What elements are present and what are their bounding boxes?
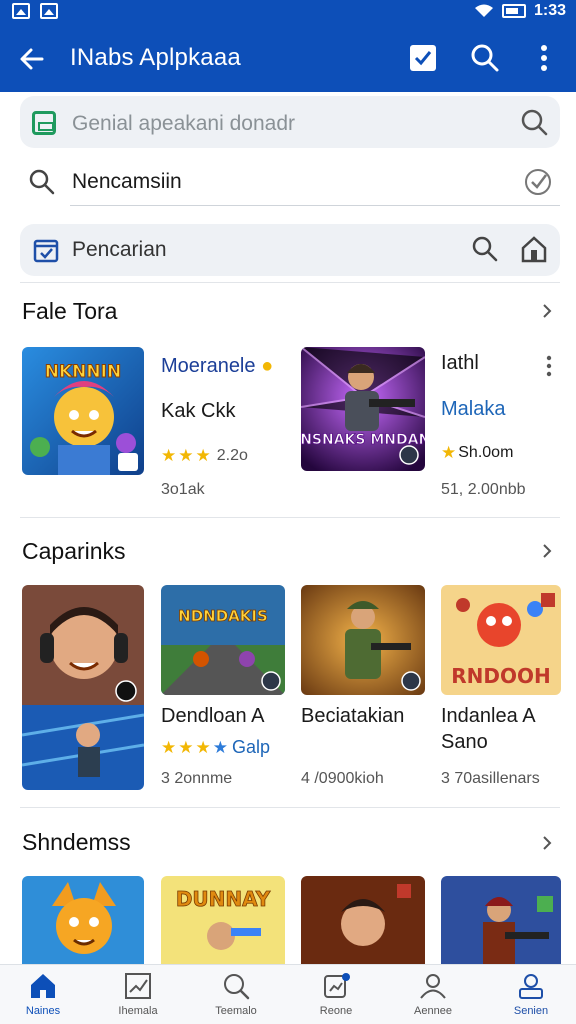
input-underline (70, 205, 560, 206)
nav-label: Naines (25, 1005, 61, 1017)
app-meta: 3o1ak (161, 481, 205, 498)
app-thumbnail-puzzle[interactable]: RNDOOH (441, 585, 561, 695)
nav-label: Teemalo (215, 1005, 257, 1017)
search-icon (29, 169, 55, 195)
app-bar: INabs Aplpkaaa (0, 26, 576, 92)
nav-label: Senien (513, 1005, 549, 1017)
bottom-navigation: Naines Ihemala Teemalo Reone Aennee Seni… (0, 964, 576, 1024)
app-name[interactable]: Beciatakian (301, 705, 404, 728)
nav-label: Ihemala (118, 1005, 158, 1017)
image-notification-icon (12, 3, 30, 19)
chart-icon (125, 973, 151, 999)
app-rating: ★ ★ ★ ★ Galp (161, 737, 271, 757)
thumbnail-title-text: RNDOOH (451, 664, 550, 688)
thumbnail-title-text: MNSNAKS MNDANE (301, 432, 425, 448)
app-thumbnail-soldier[interactable] (301, 585, 425, 695)
search-icon[interactable] (520, 108, 548, 136)
thumbnail-title-text: NKNNIN (45, 362, 121, 382)
calendar-check-icon (33, 239, 59, 263)
app-name[interactable]: Indanlea A (441, 705, 536, 728)
app-thumbnail-shooter[interactable]: MNSNAKS MNDANE (301, 347, 425, 471)
star-icon: ★ (195, 446, 211, 465)
app-developer: Kak Ckk (161, 400, 236, 422)
image-notification-icon (40, 3, 58, 19)
app-rating: ★ ★ ★ 2.2o (161, 446, 248, 465)
chevron-right-icon[interactable] (538, 302, 556, 320)
star-icon: ★ (441, 443, 457, 462)
app-developer: Malaka (441, 398, 506, 420)
home-icon (31, 974, 55, 998)
thumbnail-title-text: NDNDAKIS (178, 607, 268, 625)
chevron-right-icon[interactable] (538, 542, 556, 560)
app-thumbnail-racing[interactable]: NDNDAKIS (161, 585, 285, 695)
app-thumbnail-warrior[interactable] (441, 876, 561, 964)
search-icon[interactable] (468, 41, 502, 75)
search-placeholder: Genial apeakani donadr (72, 112, 296, 135)
nav-home[interactable]: Naines (3, 971, 83, 1023)
emoji-icon: ● (261, 355, 274, 377)
star-icon: ★ (161, 446, 177, 465)
divider (20, 282, 560, 283)
search-bar-pencarian[interactable]: Pencarian (20, 224, 560, 276)
app-name[interactable]: Iathl (441, 352, 479, 375)
divider (20, 517, 560, 518)
app-meta: 51, 2.00nbb (441, 481, 526, 498)
battery-icon (501, 4, 526, 18)
divider (20, 807, 560, 808)
app-thumbnail-fox[interactable] (22, 876, 144, 964)
nav-profile[interactable]: Senien (491, 971, 571, 1023)
section-title: Fale Tora (22, 298, 118, 324)
nav-label: Aennee (414, 1005, 452, 1017)
notification-icon (324, 973, 350, 998)
app-thumbnail-dunnay[interactable]: DUNNAY (161, 876, 285, 964)
back-arrow-icon[interactable] (16, 43, 48, 75)
nav-notifications[interactable]: Reone (296, 971, 376, 1023)
app-store-icon (32, 111, 56, 135)
page-title: INabs Aplpkaaa (70, 44, 241, 71)
app-meta: 3 70asillenars (441, 770, 540, 787)
status-time: 1:33 (533, 2, 566, 19)
app-meta: 4 /0900kioh (301, 770, 384, 787)
app-name[interactable]: Dendloan A (161, 705, 264, 728)
nav-label: Reone (319, 1005, 353, 1017)
search-field[interactable]: Nencamsiin (20, 156, 560, 210)
user-icon (519, 974, 543, 999)
wifi-icon (474, 4, 493, 17)
chevron-right-icon[interactable] (538, 834, 556, 852)
search-bar-general[interactable]: Genial apeakani donadr (20, 96, 560, 148)
checkbox-icon[interactable] (406, 41, 440, 75)
star-icon: ★ (212, 737, 228, 757)
app-thumbnail-headphones[interactable] (22, 585, 144, 790)
status-bar: 1:33 (0, 0, 576, 26)
app-rating: ★ Sh.0om (441, 443, 514, 462)
app-thumbnail-action[interactable] (301, 876, 425, 964)
nav-people[interactable]: Aennee (393, 971, 473, 1023)
search-icon[interactable] (470, 234, 500, 264)
star-icon: ★ (178, 446, 194, 465)
more-vert-icon[interactable] (527, 41, 561, 75)
star-icon: ★ (178, 737, 194, 757)
people-icon (420, 974, 446, 999)
star-icon: ★ (161, 737, 177, 757)
star-icon: ★ (195, 737, 211, 757)
section-title: Shndemss (22, 829, 131, 855)
thumbnail-title-text: DUNNAY (176, 887, 271, 911)
section-title: Caparinks (22, 538, 126, 564)
app-meta: 3 2onnme (161, 770, 233, 787)
search-input-text[interactable]: Nencamsiin (72, 170, 182, 194)
more-vert-icon[interactable] (540, 354, 558, 378)
nav-search[interactable]: Teemalo (196, 971, 276, 1023)
search-label: Pencarian (72, 238, 167, 261)
app-thumbnail-cartoon[interactable]: NKNNIN (22, 347, 144, 475)
verified-check-icon[interactable] (522, 166, 554, 198)
home-outline-icon[interactable] (518, 233, 550, 265)
app-name[interactable]: Moeranele ● (161, 355, 273, 378)
app-name-line2: Sano (441, 731, 488, 753)
search-icon (224, 974, 250, 1000)
nav-chart[interactable]: Ihemala (98, 971, 178, 1023)
